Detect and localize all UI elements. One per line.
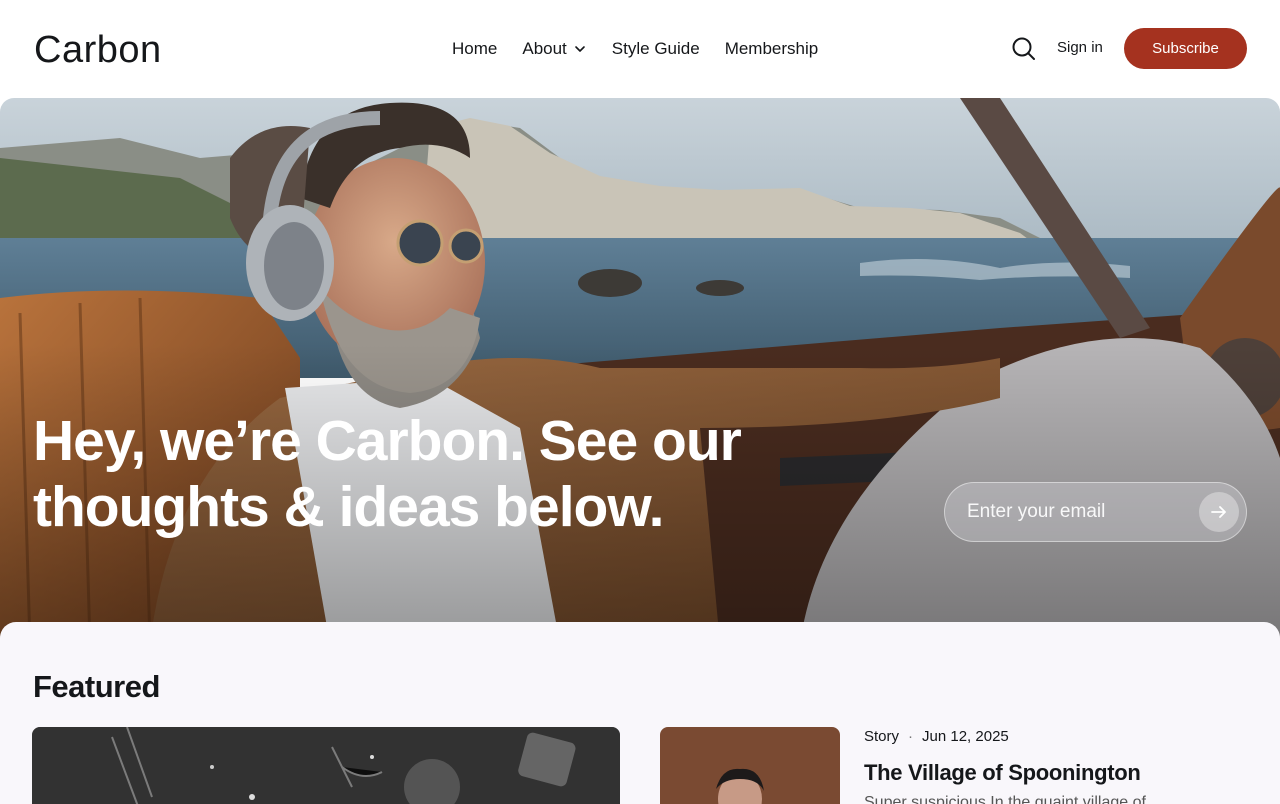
post-title[interactable]: The Village of Spoonington xyxy=(864,760,1141,786)
email-input[interactable] xyxy=(967,483,1187,541)
signin-link[interactable]: Sign in xyxy=(1057,39,1103,56)
post-meta: Story · Jun 12, 2025 xyxy=(864,728,1009,745)
site-logo[interactable]: Carbon xyxy=(34,28,162,72)
post-date: Jun 12, 2025 xyxy=(922,728,1009,745)
email-submit-button[interactable] xyxy=(1199,492,1239,532)
search-button[interactable] xyxy=(1011,36,1037,62)
post-tag[interactable]: Story xyxy=(864,728,899,745)
nav-item-membership[interactable]: Membership xyxy=(725,39,819,59)
nav-item-home[interactable]: Home xyxy=(452,39,497,59)
search-icon xyxy=(1012,37,1035,60)
hero-image xyxy=(0,98,1280,644)
hero-title: Hey, we’re Carbon. See our thoughts & id… xyxy=(33,409,742,539)
site-header: Carbon Home About Style Guide Membership… xyxy=(0,0,1280,98)
post-thumbnail-image xyxy=(660,727,840,804)
featured-section: Featured Story · Jun 12, 2025 The Villag… xyxy=(0,622,1280,804)
nav-item-label: About xyxy=(522,39,567,58)
nav-item-label: Home xyxy=(452,39,498,58)
main-nav: Home About Style Guide Membership xyxy=(452,36,843,62)
chevron-down-icon xyxy=(574,46,585,52)
subscribe-button[interactable]: Subscribe xyxy=(1124,28,1247,69)
hero-section: Hey, we’re Carbon. See our thoughts & id… xyxy=(0,98,1280,644)
post-excerpt: Super suspicious In the quaint village o… xyxy=(864,794,1146,804)
featured-heading: Featured xyxy=(33,669,160,704)
featured-card-large-image[interactable] xyxy=(32,727,620,804)
nav-item-about[interactable]: About xyxy=(522,39,586,59)
featured-card-thumbnail[interactable] xyxy=(660,727,840,804)
meta-separator: · xyxy=(908,728,914,745)
featured-image xyxy=(32,727,620,804)
newsletter-form xyxy=(944,482,1247,542)
nav-item-label: Membership xyxy=(724,39,819,58)
arrow-right-icon xyxy=(1211,506,1226,518)
nav-item-style-guide[interactable]: Style Guide xyxy=(612,39,700,59)
nav-item-label: Style Guide xyxy=(611,39,700,58)
